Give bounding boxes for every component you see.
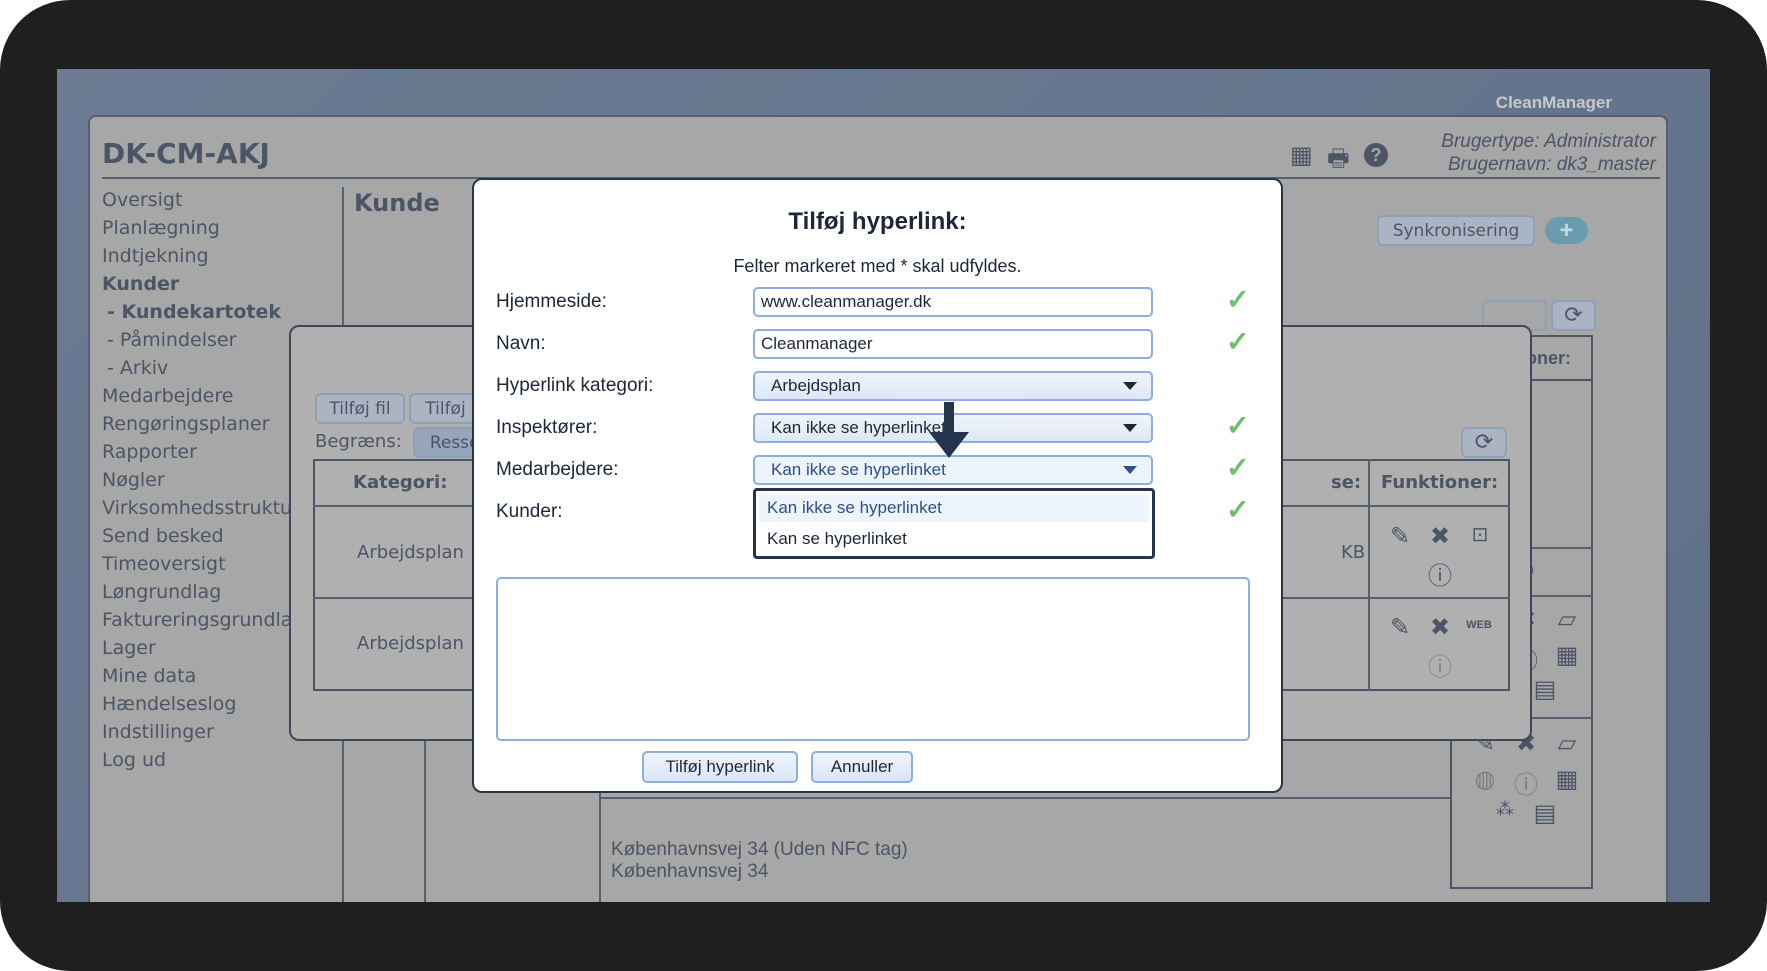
sidebar-item-arkiv[interactable]: - Arkiv: [107, 357, 168, 379]
info-icon[interactable]: ⓘ: [1425, 647, 1455, 682]
homepage-label: Hjemmeside:: [496, 291, 607, 312]
address-line: Københavnsvej 34 (Uden NFC tag): [611, 839, 908, 860]
documents-icon[interactable]: ▤: [1530, 799, 1560, 828]
employees-label: Medarbejdere:: [496, 459, 619, 480]
org-icon[interactable]: ⁂: [1490, 799, 1520, 820]
sync-button[interactable]: Synkronisering: [1377, 215, 1535, 246]
chevron-down-icon: [1123, 424, 1137, 432]
dropdown-option[interactable]: Kan se hyperlinket: [759, 525, 1149, 553]
add-file-button[interactable]: Tilføj fil: [315, 393, 405, 424]
name-label: Navn:: [496, 333, 546, 354]
grid-icon[interactable]: ▦: [1290, 141, 1313, 170]
category-value: Arbejdsplan: [771, 376, 861, 395]
info-icon[interactable]: ⓘ: [1511, 765, 1541, 800]
sidebar-item-paamindelser[interactable]: - Påmindelser: [107, 329, 236, 351]
check-icon: ✓: [1226, 494, 1250, 525]
table-line: [599, 797, 1450, 799]
sidebar-item-kundekartotek[interactable]: - Kundekartotek: [107, 301, 281, 323]
sidebar-item-faktureringsgrundlag[interactable]: Faktureringsgrundlag: [102, 609, 305, 631]
sidebar-item-mine-data[interactable]: Mine data: [102, 665, 196, 687]
sidebar-item-rapporter[interactable]: Rapporter: [102, 441, 197, 463]
add-hyperlink-modal: Tilføj hyperlink: Felter markeret med * …: [472, 178, 1283, 793]
edit-icon[interactable]: ✎: [1385, 522, 1415, 551]
sidebar-item-timeoversigt[interactable]: Timeoversigt: [102, 553, 226, 575]
box-icon[interactable]: ▱: [1552, 605, 1582, 634]
submit-hyperlink-button[interactable]: Tilføj hyperlink: [642, 751, 798, 783]
dropdown-option[interactable]: Kan ikke se hyperlinket: [759, 494, 1149, 522]
category-label: Hyperlink kategori:: [496, 375, 654, 396]
arrow-down-icon: [929, 402, 969, 458]
sidebar-item-indstillinger[interactable]: Indstillinger: [102, 721, 214, 743]
delete-icon[interactable]: ✖: [1425, 613, 1455, 642]
sidebar-item-haendelseslog[interactable]: Hændelseslog: [102, 693, 236, 715]
chevron-down-icon: [1123, 466, 1137, 474]
homepage-input[interactable]: www.cleanmanager.dk: [753, 287, 1153, 317]
help-icon[interactable]: ?: [1364, 143, 1388, 167]
chevron-down-icon: [1123, 382, 1137, 390]
delete-icon[interactable]: ✖: [1425, 522, 1455, 551]
add-button[interactable]: +: [1545, 217, 1588, 244]
inspectors-value: Kan ikke se hyperlinket: [771, 418, 946, 437]
inspectors-label: Inspektører:: [496, 417, 598, 438]
web-icon[interactable]: WEB: [1459, 619, 1499, 631]
customers-label: Kunder:: [496, 501, 563, 522]
cancel-button[interactable]: Annuller: [811, 751, 913, 783]
col-category: Kategori:: [353, 472, 448, 493]
check-icon: ✓: [1226, 326, 1250, 357]
col-size: se:: [1331, 472, 1362, 493]
preview-icon[interactable]: ⊡: [1465, 522, 1495, 547]
sidebar-item-medarbejdere[interactable]: Medarbejdere: [102, 385, 233, 407]
calendar-icon[interactable]: ▦: [1552, 765, 1582, 794]
name-input[interactable]: Cleanmanager: [753, 329, 1153, 359]
modal-title: Tilføj hyperlink:: [788, 208, 967, 235]
check-icon: ✓: [1226, 452, 1250, 483]
sidebar-item-lager[interactable]: Lager: [102, 637, 156, 659]
sidebar-item-noegler[interactable]: Nøgler: [102, 469, 165, 491]
check-icon: ✓: [1226, 284, 1250, 315]
calendar-icon[interactable]: ▦: [1552, 641, 1582, 670]
sidebar-item-kunder[interactable]: Kunder: [102, 273, 179, 295]
site-title: DK-CM-AKJ: [102, 137, 270, 170]
documents-icon[interactable]: ▤: [1530, 675, 1560, 704]
page-title: Kunde: [354, 189, 440, 217]
table-line: [1368, 459, 1370, 691]
username: Brugernavn: dk3_master: [1447, 154, 1656, 175]
sidebar-item-loengrundlag[interactable]: Løngrundlag: [102, 581, 221, 603]
employees-dropdown-list: Kan ikke se hyperlinket Kan se hyperlink…: [753, 488, 1155, 559]
description-textarea[interactable]: [496, 577, 1250, 741]
user-type: Brugertype: Administrator: [1441, 131, 1656, 152]
refresh-button[interactable]: ⟳: [1461, 427, 1507, 458]
modal-subtitle: Felter markeret med * skal udfyldes.: [733, 256, 1022, 276]
row-size: KB: [1341, 542, 1366, 563]
info-icon[interactable]: ⓘ: [1425, 556, 1455, 591]
box-icon[interactable]: ▱: [1552, 729, 1582, 758]
print-icon[interactable]: 🖶: [1327, 141, 1350, 182]
globe-icon[interactable]: ◍: [1470, 765, 1500, 794]
edit-icon[interactable]: ✎: [1385, 613, 1415, 642]
sidebar-item-rengoeringsplaner[interactable]: Rengøringsplaner: [102, 413, 269, 435]
refresh-button[interactable]: ⟳: [1551, 300, 1596, 331]
sidebar-item-virksomhedsstruktur[interactable]: Virksomhedsstruktur: [102, 497, 300, 519]
limit-label: Begræns:: [315, 431, 402, 452]
sidebar-item-oversigt[interactable]: Oversigt: [102, 189, 182, 211]
brand-logo: CleanManager: [1495, 93, 1612, 112]
row-category: Arbejdsplan: [357, 633, 464, 654]
sidebar-item-indtjekning[interactable]: Indtjekning: [102, 245, 209, 267]
sidebar-item-log-ud[interactable]: Log ud: [102, 749, 166, 771]
col-functions: Funktioner:: [1381, 472, 1499, 493]
employees-value: Kan ikke se hyperlinket: [771, 460, 946, 479]
sidebar-item-planlaegning[interactable]: Planlægning: [102, 217, 220, 239]
sidebar-item-send-besked[interactable]: Send besked: [102, 525, 224, 547]
category-select[interactable]: Arbejdsplan: [753, 371, 1153, 401]
address-line: Københavnsvej 34: [611, 861, 769, 882]
check-icon: ✓: [1226, 410, 1250, 441]
row-category: Arbejdsplan: [357, 542, 464, 563]
